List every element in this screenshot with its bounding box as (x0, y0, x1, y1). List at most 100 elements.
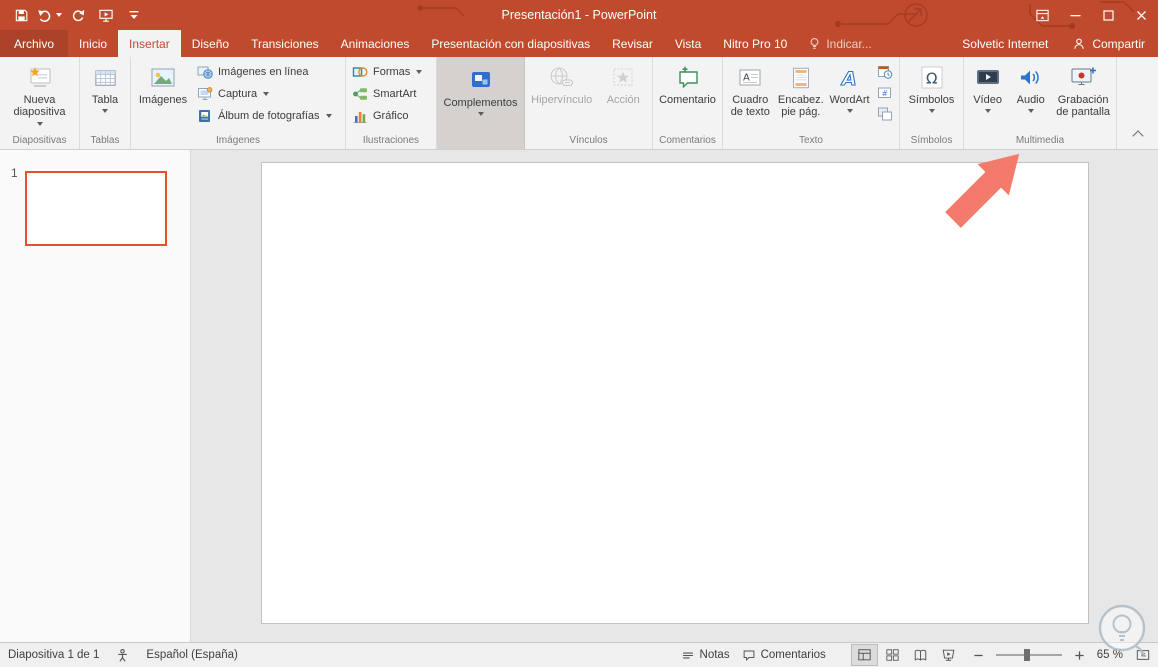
dropdown-caret-icon (1027, 109, 1034, 114)
group-label-simbolos: Símbolos (910, 135, 953, 146)
object-button[interactable] (875, 105, 895, 123)
slideshow-view-button[interactable] (936, 645, 961, 665)
screenshot-icon (198, 86, 213, 100)
maximize-icon[interactable] (1092, 0, 1125, 30)
screenshot-button[interactable]: Captura (193, 83, 343, 104)
pictures-label: Imágenes (138, 94, 188, 106)
chart-label: Gráfico (373, 109, 409, 122)
close-icon[interactable] (1125, 0, 1158, 30)
date-time-button[interactable] (875, 63, 895, 81)
tab-insertar[interactable]: Insertar (118, 30, 181, 57)
screen-recording-button[interactable]: Grabación de pantalla (1052, 59, 1114, 133)
zoom-slider[interactable] (995, 649, 1062, 661)
text-box-button[interactable]: A Cuadro de texto (725, 59, 776, 133)
group-label-diapositivas: Diapositivas (12, 135, 67, 146)
smartart-button[interactable]: SmartArt (348, 83, 434, 104)
dropdown-caret-icon (928, 109, 935, 114)
pictures-button[interactable]: Imágenes (133, 59, 193, 133)
new-slide-label: Nueva diapositiva (13, 94, 66, 119)
minimize-icon[interactable] (1059, 0, 1092, 30)
normal-view-button[interactable] (850, 644, 878, 666)
add-ins-label: Complementos (443, 97, 518, 109)
undo-dropdown-caret-icon (56, 13, 62, 17)
ribbon-group-tablas: Tabla Tablas (80, 57, 131, 149)
comments-toggle[interactable]: Comentarios (742, 649, 826, 662)
undo-icon[interactable] (37, 2, 62, 28)
zoom-in-button[interactable] (1074, 650, 1085, 661)
titlebar: Presentación1 - PowerPoint (0, 0, 1158, 30)
new-comment-label: Comentario (659, 94, 716, 106)
wordart-button[interactable]: A WordArt (826, 59, 873, 133)
slide-sorter-view-button[interactable] (880, 645, 905, 665)
tell-me-placeholder: Indicar... (826, 36, 872, 51)
share-button[interactable]: Compartir (1059, 30, 1158, 57)
tab-presentacion-con-diapositivas[interactable]: Presentación con diapositivas (420, 30, 601, 57)
tab-transiciones[interactable]: Transiciones (240, 30, 330, 57)
fit-slide-to-window-button[interactable] (1135, 648, 1151, 662)
zoom-level[interactable]: 65 % (1097, 649, 1123, 661)
header-footer-button[interactable]: Encabez. pie pág. (776, 59, 827, 133)
smartart-icon (353, 87, 367, 100)
online-pictures-button[interactable]: Imágenes en línea (193, 61, 343, 82)
text-box-label: Cuadro de texto (730, 94, 770, 119)
video-button[interactable]: Vídeo (966, 59, 1009, 133)
ribbon-display-options-icon[interactable] (1026, 0, 1059, 30)
collapse-ribbon-icon[interactable] (1132, 130, 1144, 142)
add-ins-button[interactable]: Complementos (439, 59, 522, 149)
zoom-out-button[interactable] (973, 650, 984, 661)
online-pictures-icon (197, 66, 213, 79)
zoom-slider-thumb[interactable] (1023, 649, 1030, 661)
dropdown-caret-icon (102, 109, 108, 114)
slide-number-button[interactable]: # (875, 84, 895, 102)
ribbon-group-simbolos: Ω Símbolos Símbolos (900, 57, 964, 149)
save-icon[interactable] (9, 2, 34, 28)
start-slideshow-icon[interactable] (93, 2, 118, 28)
video-label: Vídeo (973, 94, 1002, 106)
slide-thumbnail[interactable] (25, 171, 167, 246)
notes-label: Notas (699, 649, 730, 661)
photo-album-label: Álbum de fotografías (218, 109, 320, 122)
tab-vista[interactable]: Vista (664, 30, 712, 57)
table-button[interactable]: Tabla (82, 59, 128, 133)
chart-icon (353, 111, 367, 123)
chart-button[interactable]: Gráfico (348, 105, 434, 126)
tab-diseno[interactable]: Diseño (181, 30, 240, 57)
notes-toggle[interactable]: Notas (681, 649, 730, 662)
action-label: Acción (606, 94, 640, 106)
redo-icon[interactable] (65, 2, 90, 28)
customize-qat-icon[interactable] (121, 2, 146, 28)
tell-me-box[interactable]: Indicar... (798, 30, 881, 57)
ribbon: Nueva diapositiva Diapositivas Tabla Tab… (0, 57, 1158, 150)
symbols-button[interactable]: Ω Símbolos (902, 59, 961, 133)
accessibility-checker-icon[interactable] (115, 648, 130, 663)
ribbon-group-complementos: Complementos (437, 57, 525, 149)
tab-inicio[interactable]: Inicio (68, 30, 118, 57)
new-slide-button[interactable]: Nueva diapositiva (2, 59, 77, 133)
object-icon (878, 107, 893, 121)
slide-canvas[interactable] (260, 162, 1089, 624)
dropdown-caret-icon (984, 109, 991, 114)
tab-nitro-pro[interactable]: Nitro Pro 10 (712, 30, 798, 57)
status-bar: Diapositiva 1 de 1 Español (España) Nota… (0, 642, 1158, 667)
tab-revisar[interactable]: Revisar (601, 30, 664, 57)
comment-icon (674, 62, 702, 91)
language-indicator[interactable]: Español (España) (146, 649, 237, 661)
table-label: Tabla (91, 94, 119, 106)
slide-thumbnail-panel: 1 (0, 150, 191, 643)
slide-number-icon: # (878, 87, 892, 98)
ribbon-right-spacer (1117, 57, 1158, 149)
ribbon-tab-bar: Archivo Inicio Insertar Diseño Transicio… (0, 30, 1158, 57)
table-icon (92, 62, 119, 91)
tab-archivo[interactable]: Archivo (0, 30, 69, 57)
group-label-texto: Texto (799, 135, 823, 146)
photo-album-button[interactable]: Álbum de fotografías (193, 105, 343, 126)
tab-animaciones[interactable]: Animaciones (330, 30, 421, 57)
hyperlink-button: Hipervínculo (527, 59, 596, 133)
new-comment-button[interactable]: Comentario (655, 59, 720, 133)
shapes-button[interactable]: Formas (348, 61, 434, 82)
ribbon-group-texto: A Cuadro de texto Encabez. pie pág. A Wo… (723, 57, 900, 149)
audio-button[interactable]: Audio (1009, 59, 1052, 133)
reading-view-button[interactable] (908, 645, 933, 665)
svg-text:#: # (882, 89, 888, 98)
tab-solvetic-internet[interactable]: Solvetic Internet (951, 30, 1059, 57)
